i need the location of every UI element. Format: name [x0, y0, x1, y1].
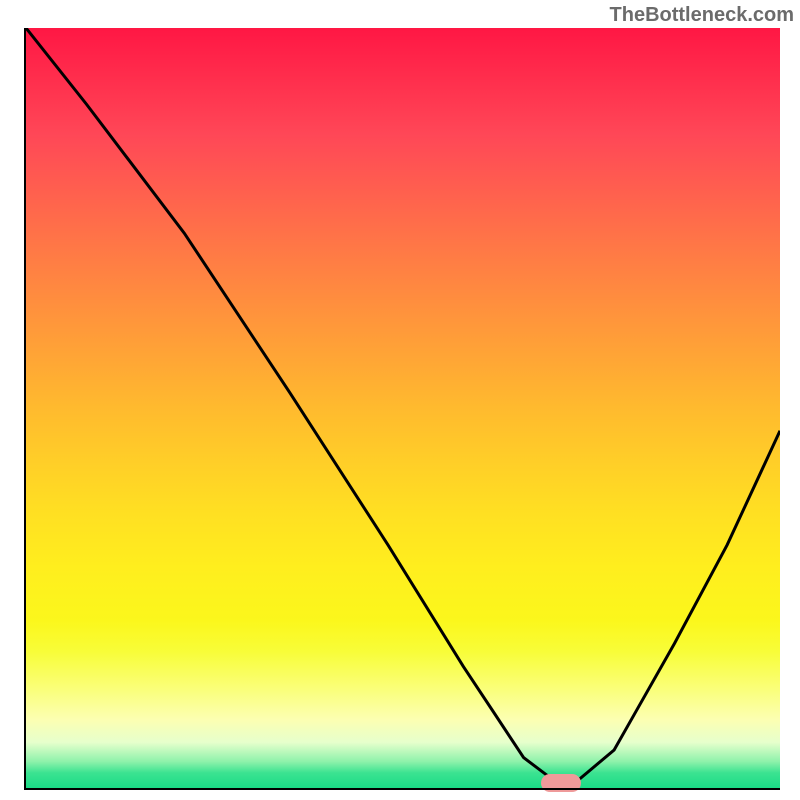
x-axis: [26, 788, 780, 790]
bottleneck-curve: [26, 28, 780, 788]
attribution-label: TheBottleneck.com: [610, 4, 794, 27]
chart-area: [26, 28, 780, 788]
curve-path: [26, 28, 780, 788]
y-axis: [24, 28, 26, 790]
